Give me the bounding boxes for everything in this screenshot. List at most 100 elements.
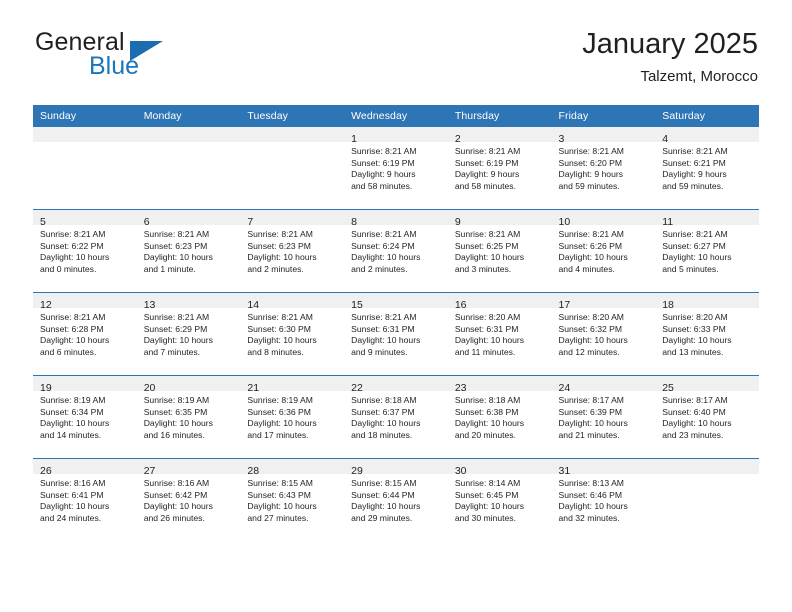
- day-cell[interactable]: 10 Sunrise: 8:21 AM Sunset: 6:26 PM Dayligh…: [551, 209, 656, 293]
- daylight-text-line1: Daylight: 10 hours: [558, 418, 628, 429]
- day-number-bar: 31: [551, 459, 656, 477]
- day-number: 9: [454, 216, 461, 228]
- day-details: Sunrise: 8:21 AM Sunset: 6:21 PM Daylight:…: [655, 142, 759, 192]
- sunrise-text: Sunrise: 8:17 AM: [558, 395, 624, 405]
- day-details: Sunrise: 8:21 AM Sunset: 6:29 PM Daylight:…: [137, 308, 241, 358]
- daylight-text-line1: Daylight: 10 hours: [558, 501, 628, 512]
- brand-logo[interactable]: General Blue: [33, 28, 263, 90]
- sunset-text: Sunset: 6:32 PM: [558, 323, 623, 334]
- daylight-text-line1: Daylight: 10 hours: [247, 418, 317, 429]
- day-cell[interactable]: 1 Sunrise: 8:21 AM Sunset: 6:19 PM Daylight…: [344, 127, 448, 210]
- day-cell[interactable]: 17 Sunrise: 8:20 AM Sunset: 6:32 PM Dayligh…: [551, 292, 656, 376]
- day-cell[interactable]: 26 Sunrise: 8:16 AM Sunset: 6:41 PM Dayligh…: [33, 458, 137, 541]
- daylight-text-line2: and 17 minutes.: [247, 429, 309, 440]
- day-cell[interactable]: 29 Sunrise: 8:15 AM Sunset: 6:44 PM Dayligh…: [344, 458, 448, 541]
- day-number-bar: 2: [447, 127, 552, 145]
- daylight-text-line2: and 26 minutes.: [143, 512, 205, 523]
- daylight-text-line1: Daylight: 10 hours: [662, 335, 732, 346]
- day-cell[interactable]: 30 Sunrise: 8:14 AM Sunset: 6:45 PM Dayligh…: [447, 458, 552, 541]
- day-details: Sunrise: 8:21 AM Sunset: 6:19 PM Daylight:…: [344, 142, 448, 192]
- daylight-text-line2: and 5 minutes.: [662, 263, 719, 274]
- day-cell[interactable]: 9 Sunrise: 8:21 AM Sunset: 6:25 PM Daylight…: [447, 209, 552, 293]
- day-cell[interactable]: 25 Sunrise: 8:17 AM Sunset: 6:40 PM Dayligh…: [655, 375, 759, 459]
- day-cell[interactable]: 14 Sunrise: 8:21 AM Sunset: 6:30 PM Dayligh…: [240, 292, 345, 376]
- day-cell[interactable]: 3 Sunrise: 8:21 AM Sunset: 6:20 PM Daylight…: [551, 127, 656, 210]
- sunset-text: Sunset: 6:23 PM: [143, 240, 208, 251]
- day-details: Sunrise: 8:19 AM Sunset: 6:34 PM Daylight:…: [33, 391, 137, 441]
- day-cell[interactable]: 12 Sunrise: 8:21 AM Sunset: 6:28 PM Dayligh…: [33, 292, 137, 376]
- day-number: 12: [40, 299, 52, 311]
- daylight-text-line1: Daylight: 10 hours: [247, 252, 317, 263]
- daylight-text-line1: Daylight: 10 hours: [351, 418, 421, 429]
- day-cell[interactable]: 15 Sunrise: 8:21 AM Sunset: 6:31 PM Dayligh…: [344, 292, 448, 376]
- day-cell[interactable]: 20 Sunrise: 8:19 AM Sunset: 6:35 PM Dayligh…: [136, 375, 241, 459]
- day-cell[interactable]: 28 Sunrise: 8:15 AM Sunset: 6:43 PM Dayligh…: [240, 458, 345, 541]
- sunrise-text: Sunrise: 8:19 AM: [247, 395, 313, 405]
- day-cell[interactable]: 2 Sunrise: 8:21 AM Sunset: 6:19 PM Daylight…: [447, 127, 552, 210]
- sunset-text: Sunset: 6:28 PM: [40, 323, 104, 334]
- day-cell[interactable]: 5 Sunrise: 8:21 AM Sunset: 6:22 PM Daylight…: [33, 209, 137, 293]
- sunset-text: Sunset: 6:31 PM: [454, 323, 519, 334]
- sunset-text: Sunset: 6:26 PM: [558, 240, 623, 251]
- sunrise-text: Sunrise: 8:21 AM: [662, 229, 728, 239]
- day-cell[interactable]: 22 Sunrise: 8:18 AM Sunset: 6:37 PM Dayligh…: [344, 375, 448, 459]
- sunrise-text: Sunrise: 8:14 AM: [454, 478, 521, 488]
- day-details: Sunrise: 8:21 AM Sunset: 6:23 PM Daylight:…: [240, 225, 344, 275]
- sunrise-text: Sunrise: 8:15 AM: [351, 478, 417, 488]
- sunrise-text: Sunrise: 8:21 AM: [454, 146, 521, 156]
- day-cell[interactable]: 27 Sunrise: 8:16 AM Sunset: 6:42 PM Dayligh…: [136, 458, 241, 541]
- page-header: General Blue January 2025 Talzemt, Moroc…: [33, 28, 758, 98]
- day-cell[interactable]: 19 Sunrise: 8:19 AM Sunset: 6:34 PM Dayligh…: [33, 375, 137, 459]
- day-number-bar: 10: [551, 210, 656, 228]
- daylight-text-line1: Daylight: 10 hours: [454, 335, 525, 346]
- day-number: 20: [143, 382, 156, 394]
- sunset-text: Sunset: 6:20 PM: [558, 157, 623, 168]
- day-cell[interactable]: 6 Sunrise: 8:21 AM Sunset: 6:23 PM Daylight…: [136, 209, 241, 293]
- day-number-bar: 30: [447, 459, 552, 477]
- day-cell-empty: [33, 127, 137, 210]
- day-cell[interactable]: 4 Sunrise: 8:21 AM Sunset: 6:21 PM Daylight…: [655, 127, 759, 210]
- day-cell[interactable]: 7 Sunrise: 8:21 AM Sunset: 6:23 PM Daylight…: [240, 209, 345, 293]
- day-cell[interactable]: 8 Sunrise: 8:21 AM Sunset: 6:24 PM Daylight…: [344, 209, 448, 293]
- sunrise-text: Sunrise: 8:19 AM: [143, 395, 210, 405]
- day-number-bar: 5: [33, 210, 137, 228]
- day-details: Sunrise: 8:21 AM Sunset: 6:27 PM Daylight:…: [655, 225, 759, 275]
- day-cell[interactable]: 18 Sunrise: 8:20 AM Sunset: 6:33 PM Dayligh…: [655, 292, 759, 376]
- calendar-grid: Sunday Monday Tuesday Wednesday Thursday…: [33, 105, 759, 541]
- day-details: Sunrise: 8:17 AM Sunset: 6:40 PM Daylight:…: [655, 391, 759, 441]
- day-number: 21: [247, 382, 260, 394]
- day-number: 16: [454, 299, 467, 311]
- day-details: Sunrise: 8:18 AM Sunset: 6:38 PM Daylight:…: [448, 391, 552, 441]
- day-number-bar: 6: [136, 210, 241, 228]
- weekday-header-saturday: Saturday: [655, 105, 759, 127]
- daylight-text-line2: and 2 minutes.: [351, 263, 408, 274]
- day-number-bar: 18: [655, 293, 759, 311]
- day-details: Sunrise: 8:21 AM Sunset: 6:23 PM Daylight:…: [137, 225, 241, 275]
- day-details: Sunrise: 8:21 AM Sunset: 6:24 PM Daylight:…: [344, 225, 448, 275]
- day-number-bar: [655, 459, 759, 474]
- day-cell[interactable]: 24 Sunrise: 8:17 AM Sunset: 6:39 PM Dayligh…: [551, 375, 656, 459]
- sunrise-text: Sunrise: 8:21 AM: [247, 229, 313, 239]
- weekday-header-friday: Friday: [551, 105, 656, 127]
- day-details: Sunrise: 8:21 AM Sunset: 6:26 PM Daylight:…: [552, 225, 656, 275]
- sunset-text: Sunset: 6:27 PM: [662, 240, 726, 251]
- day-details: Sunrise: 8:16 AM Sunset: 6:41 PM Daylight:…: [33, 474, 137, 524]
- sunrise-text: Sunrise: 8:21 AM: [351, 312, 417, 322]
- daylight-text-line2: and 6 minutes.: [40, 346, 97, 357]
- day-cell[interactable]: 11 Sunrise: 8:21 AM Sunset: 6:27 PM Dayligh…: [655, 209, 759, 293]
- daylight-text-line1: Daylight: 10 hours: [351, 335, 421, 346]
- day-cell[interactable]: 16 Sunrise: 8:20 AM Sunset: 6:31 PM Dayligh…: [447, 292, 552, 376]
- daylight-text-line2: and 14 minutes.: [40, 429, 102, 440]
- day-number-bar: 22: [344, 376, 448, 394]
- daylight-text-line2: and 32 minutes.: [558, 512, 620, 523]
- day-number-bar: [136, 127, 241, 142]
- day-cell[interactable]: 13 Sunrise: 8:21 AM Sunset: 6:29 PM Dayligh…: [136, 292, 241, 376]
- day-cell[interactable]: 31 Sunrise: 8:13 AM Sunset: 6:46 PM Dayligh…: [551, 458, 656, 541]
- sunrise-text: Sunrise: 8:21 AM: [558, 229, 624, 239]
- day-details: Sunrise: 8:16 AM Sunset: 6:42 PM Daylight:…: [137, 474, 241, 524]
- daylight-text-line1: Daylight: 10 hours: [351, 501, 421, 512]
- day-number-bar: 21: [240, 376, 345, 394]
- day-cell[interactable]: 23 Sunrise: 8:18 AM Sunset: 6:38 PM Dayligh…: [447, 375, 552, 459]
- day-number-bar: [33, 127, 137, 142]
- day-cell[interactable]: 21 Sunrise: 8:19 AM Sunset: 6:36 PM Dayligh…: [240, 375, 345, 459]
